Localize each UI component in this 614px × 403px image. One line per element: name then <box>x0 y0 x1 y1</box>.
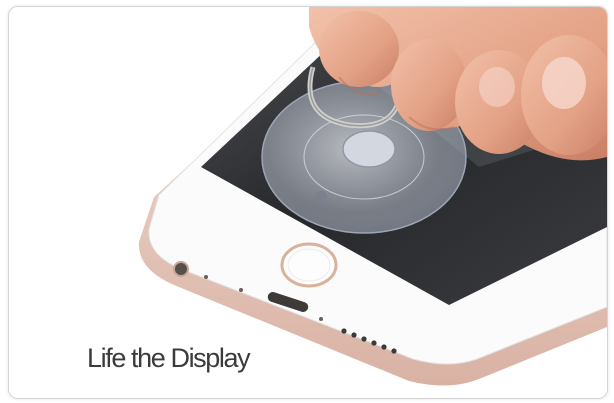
headphone-jack <box>173 261 189 277</box>
home-button <box>280 242 338 288</box>
product-image-card: Life the Display <box>8 6 608 399</box>
phone-photo <box>9 7 607 398</box>
caption-text: Life the Display <box>87 343 251 373</box>
